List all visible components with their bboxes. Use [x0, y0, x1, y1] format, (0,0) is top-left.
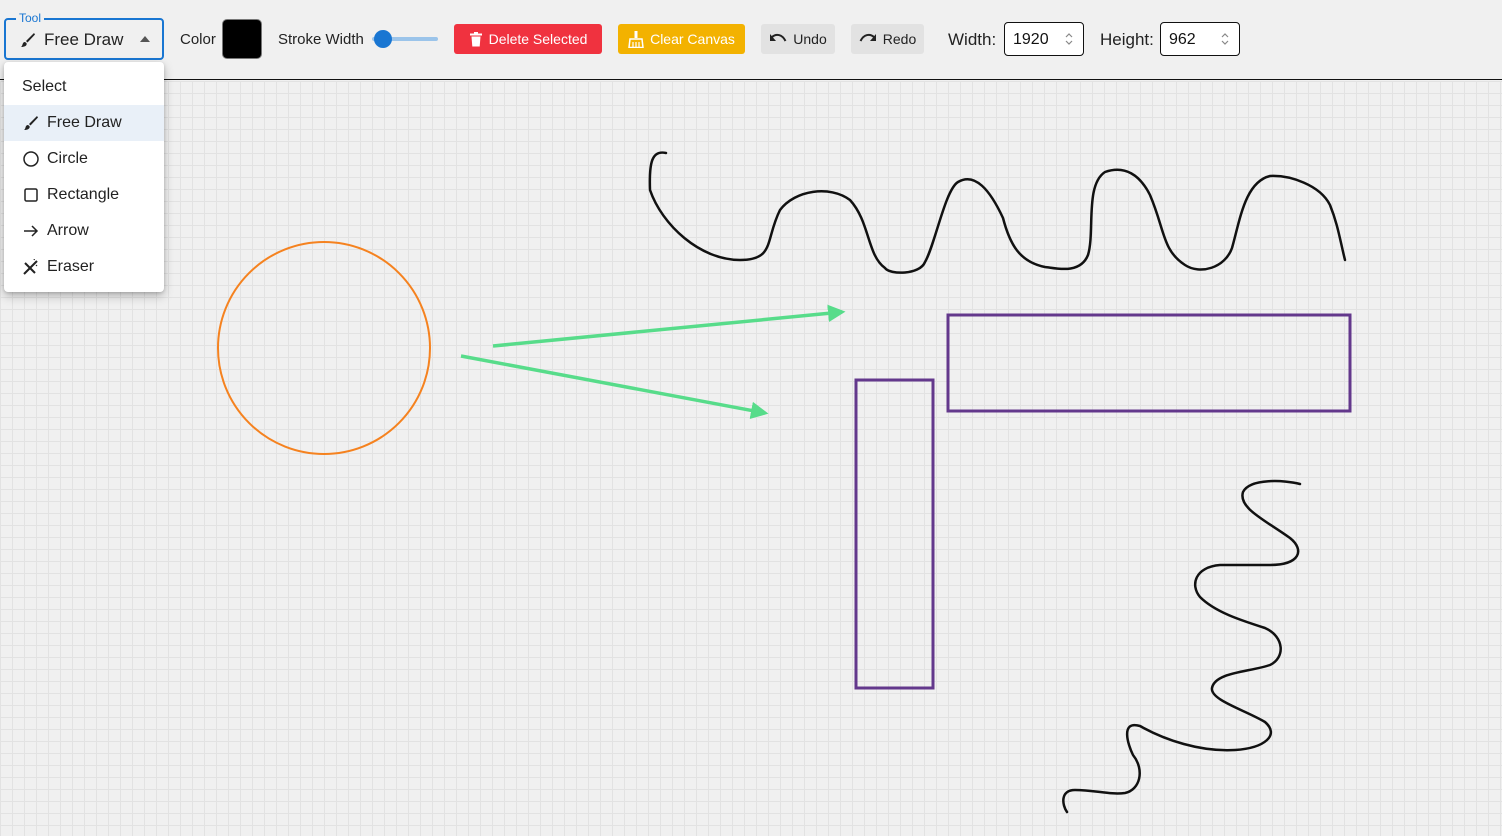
brush-icon: [21, 33, 35, 47]
height-input-value: 962: [1169, 31, 1196, 48]
stroke-width-label: Stroke Width: [278, 31, 364, 48]
width-input-value: 1920: [1013, 31, 1049, 48]
toolbar: Tool Free Draw Color Stroke Width Delete…: [0, 0, 1502, 80]
menu-item-label: Select: [22, 78, 67, 95]
clear-canvas-label: Clear Canvas: [650, 31, 735, 47]
clear-canvas-button[interactable]: Clear Canvas: [618, 24, 745, 54]
arrow-shape[interactable]: [492, 304, 846, 348]
stroke-width-thumb[interactable]: [374, 30, 393, 48]
tool-select[interactable]: Tool Free Draw: [4, 11, 164, 60]
tool-select-text: Free Draw: [44, 30, 124, 49]
canvas-drawing[interactable]: [0, 81, 1502, 836]
circle-icon: [22, 150, 40, 168]
drawing-canvas[interactable]: [0, 81, 1502, 836]
eraser-icon: [22, 258, 40, 276]
width-input[interactable]: 1920: [1004, 22, 1084, 56]
width-label: Width:: [948, 30, 997, 49]
height-input[interactable]: 962: [1160, 22, 1240, 56]
arrow-shape[interactable]: [460, 354, 769, 420]
trash-icon: [469, 31, 482, 46]
caret-up-icon: [140, 36, 150, 42]
circle-shape[interactable]: [217, 241, 431, 455]
undo-icon: [770, 33, 787, 42]
height-label: Height:: [1100, 30, 1154, 49]
color-swatch[interactable]: [222, 19, 262, 59]
redo-label: Redo: [882, 31, 917, 47]
undo-label: Undo: [793, 31, 827, 47]
tool-menu-item-circle[interactable]: Circle: [4, 141, 164, 177]
tool-select-label: Tool: [16, 11, 45, 25]
freehand-stroke[interactable]: [648, 151, 1347, 274]
color-label: Color: [180, 31, 216, 48]
undo-button[interactable]: Undo: [761, 24, 835, 54]
arrow-right-icon: [22, 222, 40, 240]
tool-menu-item-rectangle[interactable]: Rectangle: [4, 177, 164, 213]
menu-item-label: Free Draw: [47, 114, 122, 131]
tool-menu-item-free-draw[interactable]: Free Draw: [4, 105, 164, 141]
delete-selected-label: Delete Selected: [488, 31, 588, 47]
tool-select-value: Free Draw: [20, 30, 123, 50]
freehand-stroke[interactable]: [1062, 479, 1302, 814]
rectangle-shape[interactable]: [946, 313, 1352, 413]
rectangle-shape[interactable]: [854, 378, 935, 690]
menu-item-label: Circle: [47, 150, 88, 167]
stepper-icon[interactable]: [1065, 32, 1073, 46]
tool-menu-item-eraser[interactable]: Eraser: [4, 249, 164, 285]
tool-menu: Select Free Draw Circle Rectangle Arrow: [4, 62, 164, 292]
tool-menu-item-select[interactable]: Select: [4, 69, 164, 105]
delete-selected-button[interactable]: Delete Selected: [454, 24, 602, 54]
menu-item-label: Arrow: [47, 222, 89, 239]
broom-icon: [628, 30, 644, 48]
square-icon: [22, 186, 40, 204]
tool-menu-item-arrow[interactable]: Arrow: [4, 213, 164, 249]
redo-button[interactable]: Redo: [851, 24, 924, 54]
stepper-icon[interactable]: [1221, 32, 1229, 46]
menu-item-label: Rectangle: [47, 186, 120, 203]
menu-item-label: Eraser: [47, 258, 95, 275]
redo-icon: [859, 33, 876, 42]
brush-icon: [22, 114, 40, 132]
